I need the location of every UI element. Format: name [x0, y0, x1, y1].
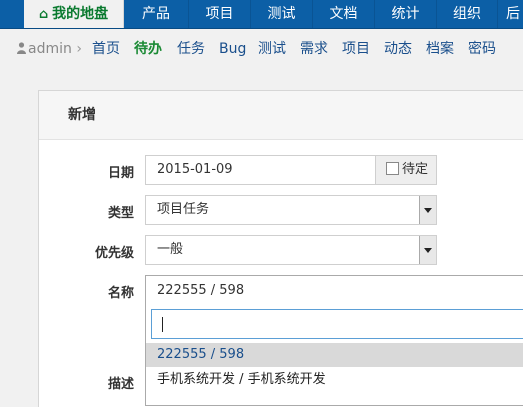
nav-label: 后 — [506, 6, 520, 22]
subnav-home[interactable]: 首页 — [92, 29, 120, 69]
main-nav: ⌂ 我的地盘 产品 项目 测试 文档 统计 组织 后 — [0, 0, 523, 29]
user-link[interactable]: admin › — [17, 29, 82, 69]
subnav-password[interactable]: 密码 — [468, 29, 496, 69]
nav-doc[interactable]: 文档 — [313, 0, 375, 28]
nav-label: 文档 — [329, 6, 358, 22]
nav-label: 组织 — [453, 6, 481, 22]
date-pending-toggle[interactable]: 待定 — [375, 155, 437, 185]
nav-stats[interactable]: 统计 — [375, 0, 437, 28]
nav-label: 统计 — [391, 6, 420, 22]
subnav-task[interactable]: 任务 — [177, 29, 205, 69]
chevron-down-icon — [424, 248, 432, 253]
nav-product[interactable]: 产品 — [124, 0, 189, 28]
pending-checkbox[interactable] — [386, 162, 399, 175]
priority-label: 优先级 — [94, 246, 134, 261]
pending-label: 待定 — [402, 162, 429, 177]
subnav-bug[interactable]: Bug — [219, 29, 246, 69]
text-caret — [162, 317, 163, 332]
nav-project[interactable]: 项目 — [189, 0, 251, 28]
nav-org[interactable]: 组织 — [437, 0, 498, 28]
priority-value: 一般 — [157, 242, 184, 257]
date-value: 2015-01-09 — [157, 162, 233, 177]
name-option[interactable]: 手机系统开发 / 手机系统开发 — [146, 368, 523, 392]
nav-label: 测试 — [267, 6, 296, 22]
user-name: admin — [28, 41, 72, 57]
description-label: 描述 — [107, 377, 134, 392]
subnav-story[interactable]: 需求 — [300, 29, 328, 69]
panel-title: 新增 — [68, 107, 96, 123]
subnav-profile[interactable]: 档案 — [426, 29, 454, 69]
breadcrumb-separator: › — [76, 41, 82, 57]
type-select[interactable]: 项目任务 — [145, 195, 437, 225]
type-label: 类型 — [107, 206, 134, 221]
date-label: 日期 — [107, 166, 134, 181]
name-label: 名称 — [107, 286, 134, 301]
priority-select[interactable]: 一般 — [145, 235, 437, 265]
subnav-project[interactable]: 项目 — [342, 29, 370, 69]
subnav-todo[interactable]: 待办 — [134, 29, 162, 69]
home-icon: ⌂ — [38, 7, 49, 22]
nav-label: 产品 — [142, 6, 170, 22]
subnav-testcase[interactable]: 测试 — [258, 29, 286, 69]
sub-nav: admin › 首页 待办 任务 Bug 测试 需求 项目 动态 档案 密码 — [0, 29, 523, 69]
panel-header: 新增 — [39, 91, 523, 140]
nav-my-dashboard[interactable]: ⌂ 我的地盘 — [24, 0, 124, 28]
date-input[interactable]: 2015-01-09 — [145, 155, 376, 185]
user-icon — [17, 30, 26, 54]
nav-test[interactable]: 测试 — [251, 0, 313, 28]
nav-label: 我的地盘 — [52, 6, 109, 22]
nav-admin[interactable]: 后 — [498, 0, 523, 28]
name-search-input[interactable] — [151, 309, 523, 339]
type-value: 项目任务 — [157, 202, 210, 217]
name-chosen-dropdown[interactable]: 222555 / 598 222555 / 598 手机系统开发 / 手机系统开… — [145, 275, 523, 406]
type-dropdown-button[interactable] — [419, 196, 436, 224]
name-option[interactable]: 222555 / 598 — [146, 343, 523, 367]
subnav-dynamic[interactable]: 动态 — [384, 29, 412, 69]
chevron-down-icon — [424, 208, 432, 213]
priority-dropdown-button[interactable] — [419, 236, 436, 264]
name-selected-value[interactable]: 222555 / 598 — [157, 276, 244, 306]
nav-label: 项目 — [205, 6, 234, 22]
